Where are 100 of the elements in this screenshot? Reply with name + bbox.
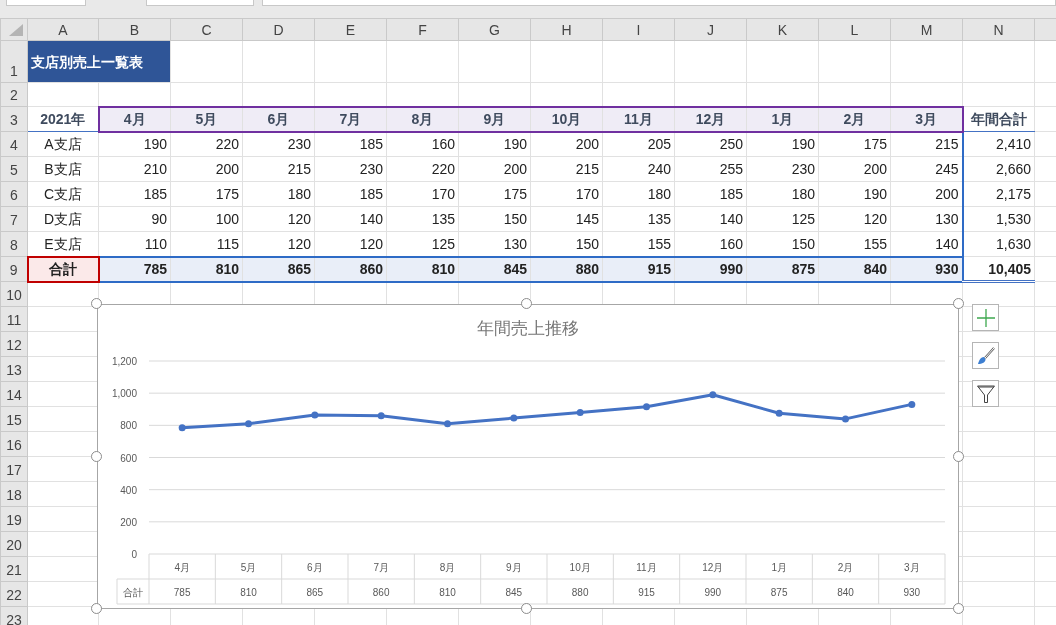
row-header[interactable]: 21	[0, 556, 28, 582]
table-cell: 810	[386, 256, 459, 282]
formula-bar-field[interactable]	[262, 0, 1056, 6]
table-cell: 200	[890, 181, 963, 207]
row-header[interactable]: 11	[0, 306, 28, 332]
function-box-field[interactable]	[146, 0, 254, 6]
axis-label: 600	[120, 452, 137, 464]
axis-label: 8月	[439, 562, 456, 573]
axis-label: 0	[131, 549, 137, 560]
row-header[interactable]: 16	[0, 431, 28, 457]
column-label: 1月	[746, 106, 819, 132]
row-header[interactable]: 10	[0, 281, 28, 307]
chart-filters-button[interactable]	[972, 380, 999, 407]
row-header[interactable]: 5	[0, 156, 28, 182]
column-label: 3月	[890, 106, 963, 132]
table-cell: 990	[674, 256, 747, 282]
column-header[interactable]: J	[674, 18, 747, 41]
column-header[interactable]: B	[98, 18, 171, 41]
table-cell: 215	[242, 156, 315, 182]
table-cell: 135	[602, 206, 675, 232]
table-cell: 100	[170, 206, 243, 232]
resize-handle[interactable]	[953, 603, 964, 614]
table-cell: 880	[530, 256, 603, 282]
row-header[interactable]: 14	[0, 381, 28, 407]
row-header[interactable]: 19	[0, 506, 28, 532]
table-cell: 1,630	[962, 231, 1035, 257]
table-cell: 140	[674, 206, 747, 232]
axis-label: 1,200	[111, 356, 137, 367]
table-cell: 200	[458, 156, 531, 182]
data-table-cell: 875	[770, 587, 788, 598]
column-label: 4月	[98, 106, 171, 132]
column-header[interactable]: G	[458, 18, 531, 41]
row-header[interactable]: 22	[0, 581, 28, 607]
column-label: 年間合計	[962, 106, 1035, 132]
row-header[interactable]: 1	[0, 40, 28, 83]
column-header[interactable]: A	[27, 18, 99, 41]
table-cell: 180	[746, 181, 819, 207]
table-cell: 215	[890, 131, 963, 157]
table-cell: 220	[170, 131, 243, 157]
row-header[interactable]: 4	[0, 131, 28, 157]
row-header[interactable]: 3	[0, 106, 28, 132]
column-header[interactable]: N	[962, 18, 1035, 41]
table-cell: 2,410	[962, 131, 1035, 157]
data-table-cell: 880	[571, 587, 589, 598]
column-header[interactable]: C	[170, 18, 243, 41]
column-header[interactable]: I	[602, 18, 675, 41]
axis-label: 200	[120, 516, 137, 528]
axis-label: 3月	[904, 562, 920, 573]
table-cell: 240	[602, 156, 675, 182]
column-header[interactable]: K	[746, 18, 819, 41]
data-point	[709, 391, 717, 399]
table-cell: 220	[386, 156, 459, 182]
resize-handle[interactable]	[91, 298, 102, 309]
column-label: 2月	[818, 106, 891, 132]
column-header[interactable]: F	[386, 18, 459, 41]
chart-styles-button[interactable]	[972, 342, 999, 369]
row-header[interactable]: 15	[0, 406, 28, 432]
brush-icon	[975, 345, 996, 366]
table-cell: 2,175	[962, 181, 1035, 207]
data-point	[908, 400, 916, 408]
table-cell: C支店	[27, 181, 99, 207]
row-header[interactable]: 18	[0, 481, 28, 507]
table-cell: 200	[170, 156, 243, 182]
table-cell: 205	[602, 131, 675, 157]
row-header[interactable]: 2	[0, 82, 28, 107]
column-header[interactable]: E	[314, 18, 387, 41]
row-header[interactable]: 17	[0, 456, 28, 482]
data-point	[444, 420, 451, 428]
row-header[interactable]: 20	[0, 531, 28, 557]
table-cell: 840	[818, 256, 891, 282]
column-label: 11月	[602, 106, 675, 132]
table-cell: 180	[602, 181, 675, 207]
table-cell: A支店	[27, 131, 99, 157]
resize-handle[interactable]	[521, 603, 532, 614]
row-header[interactable]: 13	[0, 356, 28, 382]
axis-label: 400	[120, 484, 137, 496]
data-point	[775, 409, 783, 417]
resize-handle[interactable]	[953, 298, 964, 309]
data-point	[510, 414, 518, 422]
row-header[interactable]: 6	[0, 181, 28, 207]
table-cell: D支店	[27, 206, 99, 232]
column-header[interactable]: M	[890, 18, 963, 41]
resize-handle[interactable]	[953, 451, 964, 462]
resize-handle[interactable]	[91, 603, 102, 614]
data-table-cell: 860	[372, 587, 390, 598]
chart-elements-button[interactable]	[972, 304, 999, 331]
row-header[interactable]: 8	[0, 231, 28, 257]
table-cell: 170	[386, 181, 459, 207]
name-box-field[interactable]	[6, 0, 86, 6]
table-cell: 185	[674, 181, 747, 207]
row-header[interactable]: 7	[0, 206, 28, 232]
resize-handle[interactable]	[91, 451, 102, 462]
column-header[interactable]: H	[530, 18, 603, 41]
row-header[interactable]: 9	[0, 256, 28, 282]
resize-handle[interactable]	[521, 298, 532, 309]
column-header[interactable]: D	[242, 18, 315, 41]
column-header[interactable]: L	[818, 18, 891, 41]
plus-icon	[975, 307, 996, 328]
row-header[interactable]: 12	[0, 331, 28, 357]
table-cell: 170	[530, 181, 603, 207]
